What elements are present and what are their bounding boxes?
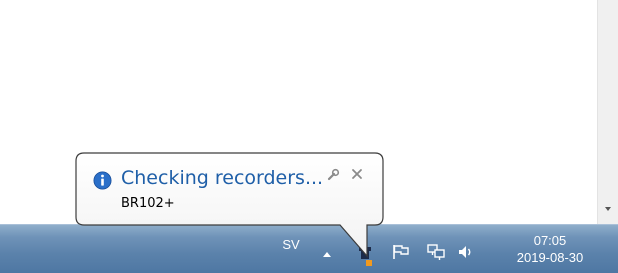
scroll-down-arrow-icon[interactable] [603, 204, 613, 214]
window-content-area [0, 0, 597, 224]
flag-icon[interactable] [392, 244, 410, 260]
chevron-up-icon[interactable] [322, 250, 332, 258]
vertical-scrollbar[interactable] [597, 0, 618, 224]
clock-date: 2019-08-30 [516, 250, 584, 265]
speaker-icon[interactable] [457, 244, 475, 260]
app-tray-icon[interactable] [354, 240, 376, 268]
info-icon [93, 171, 112, 190]
network-icon[interactable] [426, 243, 446, 261]
notification-title: Checking recorders... [121, 167, 324, 189]
notification-subtitle: BR102+ [121, 196, 175, 211]
close-icon[interactable] [350, 167, 364, 181]
clock-time: 07:05 [533, 233, 567, 248]
wrench-icon[interactable] [326, 168, 340, 182]
language-indicator[interactable]: SV [280, 237, 302, 252]
taskbar-clock[interactable]: 07:05 2019-08-30 [500, 232, 600, 267]
